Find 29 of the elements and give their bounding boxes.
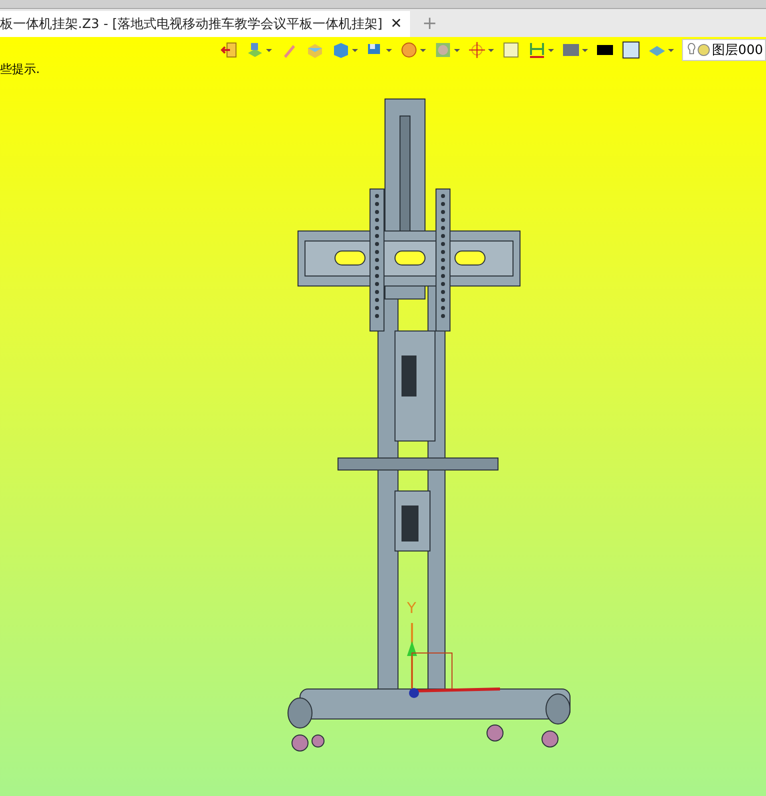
hint-text: 些提示. <box>0 61 41 78</box>
bulb-icon <box>687 42 712 58</box>
caret-icon <box>352 48 358 52</box>
caret-icon <box>668 48 674 52</box>
axis-label: Y <box>407 599 416 617</box>
document-tab[interactable]: 板一体机挂架.Z3 - [落地式电视移动推车教学会议平板一体机挂架] ✕ <box>0 11 410 37</box>
layers-icon <box>246 41 264 59</box>
caret-icon <box>548 48 554 52</box>
dimension-icon <box>528 41 546 59</box>
toolbar-button[interactable] <box>622 41 640 59</box>
window-icon <box>502 41 520 59</box>
monitor-icon <box>562 41 580 59</box>
frame-icon <box>434 41 452 59</box>
exit-icon <box>220 41 238 59</box>
box-icon <box>306 41 324 59</box>
caret-icon <box>386 48 392 52</box>
cube-icon <box>332 41 350 59</box>
layer-field[interactable]: 图层000 <box>682 39 766 61</box>
caret-icon <box>488 48 494 52</box>
caret-icon <box>582 48 588 52</box>
crosshair-icon <box>468 41 486 59</box>
caret-icon <box>454 48 460 52</box>
caret-icon <box>420 48 426 52</box>
caret-icon <box>266 48 272 52</box>
square-icon <box>622 41 640 59</box>
sphere-icon <box>400 41 418 59</box>
tab-title: 板一体机挂架.Z3 - [落地式电视移动推车教学会议平板一体机挂架] <box>0 16 382 33</box>
layer-name: 图层000 <box>712 42 763 59</box>
tab-close-button[interactable]: ✕ <box>390 16 402 32</box>
